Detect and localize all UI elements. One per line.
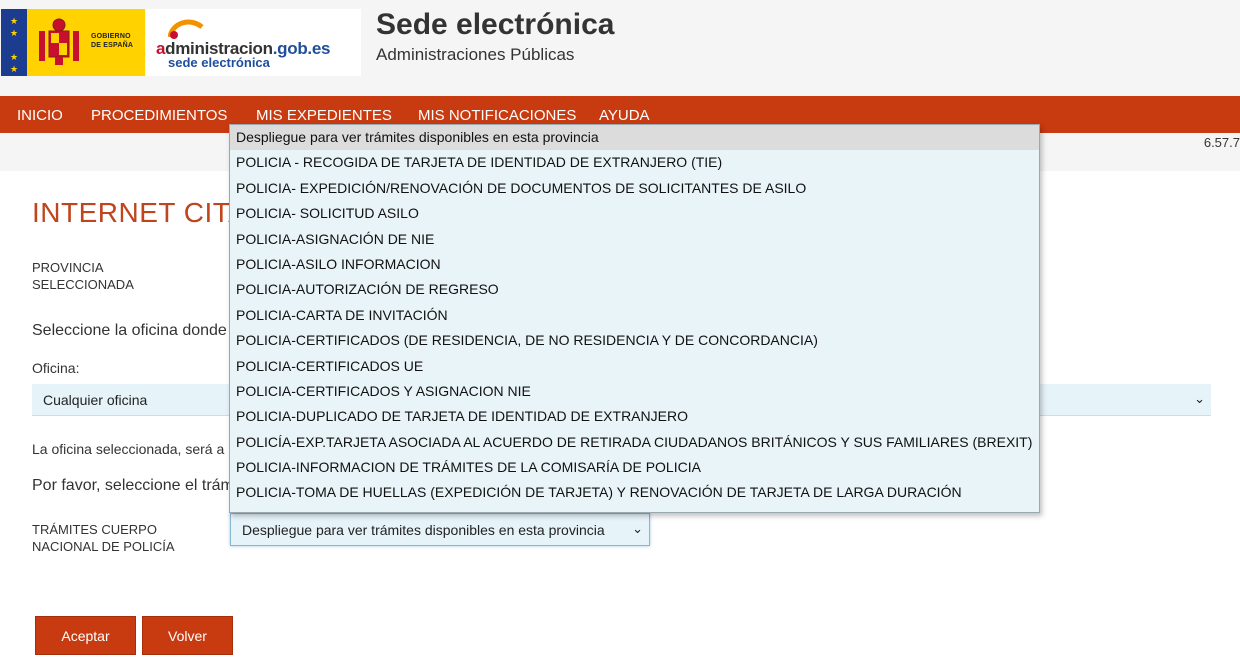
dropdown-option[interactable]: POLICIA-CERTIFICADOS (DE RESIDENCIA, DE …: [230, 328, 1039, 353]
chevron-down-icon: ⌄: [632, 521, 643, 536]
nav-procedimientos[interactable]: PROCEDIMIENTOS: [91, 107, 227, 124]
administracion-gob-logo[interactable]: administracion.gob.es sede electrónica: [146, 9, 361, 76]
dropdown-option[interactable]: POLICIA-AUTORIZACIÓN DE REGRESO: [230, 277, 1039, 302]
dropdown-option[interactable]: POLICIA-TOMA DE HUELLAS (EXPEDICIÓN DE T…: [230, 480, 1039, 505]
gov-logo-text: GOBIERNO DE ESPAÑA: [91, 32, 141, 50]
nav-mis-expedientes[interactable]: MIS EXPEDIENTES: [256, 107, 392, 124]
back-button[interactable]: Volver: [142, 616, 233, 655]
dropdown-option[interactable]: POLICIA-CERTIFICADOS UE: [230, 354, 1039, 379]
version-label: 6.57.7: [1203, 135, 1240, 150]
chevron-down-icon: ⌄: [1194, 391, 1205, 406]
tramites-select-value: Despliegue para ver trámites disponibles…: [242, 522, 605, 538]
page-title: INTERNET CITA: [32, 197, 248, 228]
site-subtitle: Administraciones Públicas: [376, 45, 575, 64]
tramites-label-line2: NACIONAL DE POLICÍA: [32, 539, 175, 554]
admin-logo-gob: .gob.es: [272, 39, 331, 58]
dropdown-option[interactable]: POLICIA - RECOGIDA DE TARJETA DE IDENTID…: [230, 150, 1039, 175]
dropdown-option[interactable]: POLICIA-DUPLICADO DE TARJETA DE IDENTIDA…: [230, 404, 1039, 429]
provincia-label: PROVINCIA SELECCIONADA: [32, 259, 134, 293]
dropdown-option[interactable]: POLICIA-ASILO INFORMACION: [230, 252, 1039, 277]
admin-swirl-icon: [168, 19, 204, 39]
provincia-label-line1: PROVINCIA: [32, 260, 104, 275]
nav-inicio[interactable]: INICIO: [17, 107, 63, 124]
dropdown-option[interactable]: POLICIA-ASIGNACIÓN DE NIE: [230, 227, 1039, 252]
gobierno-de-espana-logo[interactable]: ★ ★ ★ ★ GOBIERNO DE ESPAÑA: [1, 9, 145, 76]
tramites-select[interactable]: Despliegue para ver trámites disponibles…: [230, 513, 650, 546]
dropdown-option[interactable]: Despliegue para ver trámites disponibles…: [230, 125, 1039, 151]
admin-logo-a: a: [156, 39, 166, 58]
dropdown-option[interactable]: POLICIA-CERTIFICADOS Y ASIGNACION NIE: [230, 379, 1039, 404]
dropdown-option[interactable]: POLICIA-CARTA DE INVITACIÓN: [230, 303, 1039, 328]
provincia-label-line2: SELECCIONADA: [32, 277, 134, 292]
oficina-select-value: Cualquier oficina: [43, 392, 148, 408]
oficina-label: Oficina:: [32, 360, 80, 376]
tramite-instruction: Por favor, seleccione el trám: [32, 477, 234, 494]
oficina-note: La oficina seleccionada, será a: [32, 441, 225, 457]
gov-text-line1: GOBIERNO: [91, 33, 131, 40]
select-office-instruction: Seleccione la oficina donde: [32, 322, 227, 339]
nav-mis-notificaciones[interactable]: MIS NOTIFICACIONES: [418, 107, 576, 124]
gov-text-line2: DE ESPAÑA: [91, 42, 134, 49]
eu-stars-icon: ★ ★ ★ ★: [9, 16, 19, 74]
dropdown-option[interactable]: POLICÍA-EXP.TARJETA ASOCIADA AL ACUERDO …: [230, 430, 1039, 455]
tramites-label: TRÁMITES CUERPO NACIONAL DE POLICÍA: [32, 521, 175, 555]
admin-logo-subtext: sede electrónica: [168, 55, 270, 70]
accept-button[interactable]: Aceptar: [35, 616, 136, 655]
site-header: ★ ★ ★ ★ GOBIERNO DE ESPAÑA administracion.g…: [0, 0, 1240, 96]
tramites-label-line1: TRÁMITES CUERPO: [32, 522, 157, 537]
dropdown-option[interactable]: POLICIA-INFORMACION DE TRÁMITES DE LA CO…: [230, 455, 1039, 480]
dropdown-option[interactable]: POLICIA- SOLICITUD ASILO: [230, 201, 1039, 226]
nav-ayuda[interactable]: AYUDA: [599, 107, 650, 124]
eu-flag-bar: ★ ★ ★ ★: [1, 9, 27, 76]
coat-of-arms-icon: [39, 18, 79, 65]
site-title: Sede electrónica: [376, 8, 615, 41]
dropdown-option[interactable]: POLICIA- EXPEDICIÓN/RENOVACIÓN DE DOCUME…: [230, 176, 1039, 201]
tramites-dropdown-list[interactable]: Despliegue para ver trámites disponibles…: [229, 124, 1040, 513]
